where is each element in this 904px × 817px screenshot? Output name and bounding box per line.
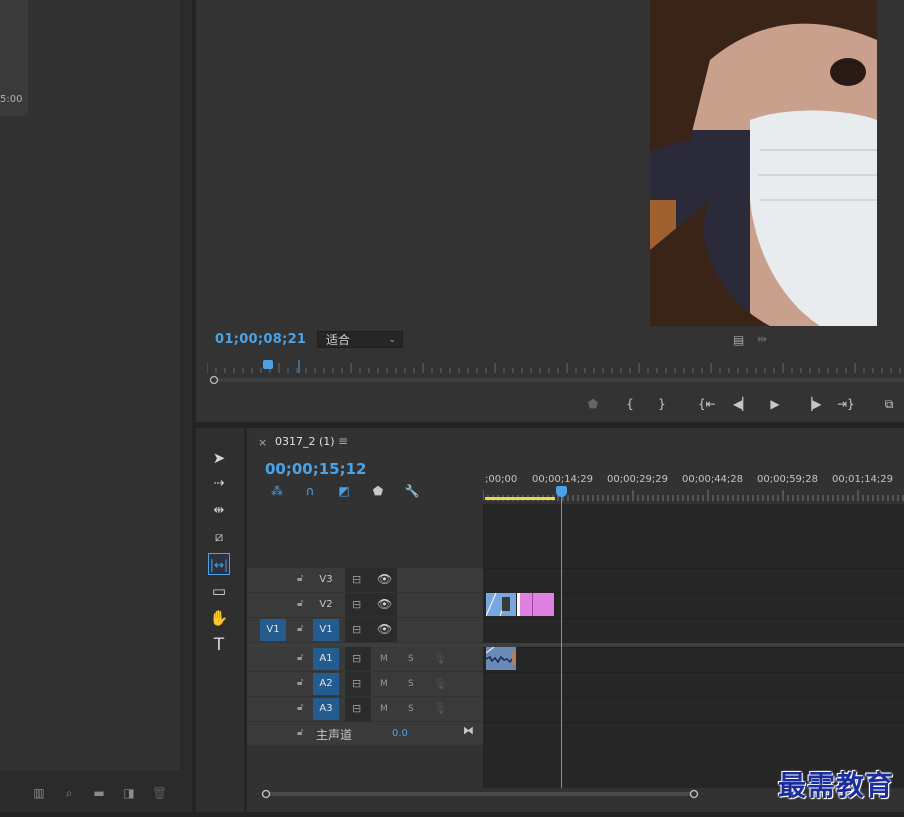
lock-icon[interactable]: 🔓︎ <box>297 652 303 663</box>
master-volume[interactable]: 0.0 <box>392 728 408 739</box>
lock-icon[interactable]: 🔓︎ <box>297 702 303 713</box>
ruler-label: 00;00;44;28 <box>682 474 744 485</box>
ruler-ticks <box>483 490 904 501</box>
go-to-out-icon[interactable]: ⧓ <box>463 724 474 737</box>
monitor-time-ruler[interactable] <box>207 360 904 374</box>
playhead-timecode[interactable]: 01;00;08;21 <box>215 332 306 347</box>
video-clip[interactable] <box>519 593 532 616</box>
eye-icon[interactable]: 👁 <box>377 572 392 586</box>
mark-in-icon[interactable]: { <box>622 396 638 412</box>
zoom-fit-dropdown[interactable]: 适合 ⌄ <box>317 331 403 348</box>
video-preview <box>650 0 877 326</box>
snap-icon[interactable]: ∩ <box>301 483 319 499</box>
lock-icon[interactable]: 🔓︎ <box>297 598 303 609</box>
track-name-v2[interactable]: V2 <box>313 594 339 616</box>
eye-icon[interactable]: 👁 <box>377 622 392 636</box>
timeline-playhead-line[interactable] <box>561 488 562 788</box>
toggle-sync-icon[interactable]: ⊟ <box>352 598 361 611</box>
ripple-edit-icon[interactable]: ⇹ <box>208 500 230 522</box>
timeline-playhead[interactable] <box>556 486 567 497</box>
work-area-bar[interactable] <box>485 497 555 500</box>
audio-clip[interactable] <box>485 646 517 670</box>
hand-tool-icon[interactable]: ✋ <box>208 607 230 629</box>
ruler-label: 00;00;14;29 <box>532 474 594 485</box>
toggle-sync-icon[interactable]: ⊟ <box>352 677 361 690</box>
mark-out-icon[interactable]: } <box>654 396 670 412</box>
go-to-out-icon[interactable]: ⇥} <box>837 396 855 412</box>
lock-icon[interactable]: 🔓︎ <box>297 727 303 738</box>
track-name-a2[interactable]: A2 <box>313 673 339 695</box>
toggle-sync-icon[interactable]: ⊟ <box>352 573 361 586</box>
watermark-logo: 最需教育 <box>778 769 895 802</box>
step-back-icon[interactable]: ◀▏ <box>733 396 751 412</box>
type-tool-icon[interactable]: T <box>208 634 230 656</box>
razor-tool-icon[interactable]: ⧄ <box>208 527 230 549</box>
new-item-icon[interactable]: ◨ <box>122 786 136 800</box>
panel-menu-icon[interactable]: ≡ <box>338 434 348 448</box>
insert-icon[interactable]: ⧉ <box>878 396 900 412</box>
solo-button[interactable]: S <box>408 704 414 714</box>
step-forward-icon[interactable]: ▕▶ <box>803 396 821 412</box>
mute-button[interactable]: M <box>380 679 388 689</box>
rectangle-tool-icon[interactable]: ▭ <box>208 580 230 602</box>
play-icon[interactable]: ▶ <box>767 396 783 412</box>
master-track-label: 主声道 <box>316 728 353 742</box>
solo-button[interactable]: S <box>408 679 414 689</box>
microphone-icon[interactable]: 🎙 <box>433 677 447 690</box>
timeline-timecode[interactable]: 00;00;15;12 <box>265 460 367 478</box>
go-to-in-icon[interactable]: {⇤ <box>698 396 716 412</box>
track-name-v3[interactable]: V3 <box>313 569 339 591</box>
lock-icon[interactable]: 🔓︎ <box>297 573 303 584</box>
source-patch-v1[interactable]: V1 <box>260 619 286 641</box>
selection-tool-icon[interactable]: ➤ <box>208 447 230 469</box>
lock-icon[interactable]: 🔓︎ <box>297 677 303 688</box>
slip-tool-icon[interactable]: |↔| <box>208 553 230 575</box>
ruler-label: 00;00;29;29 <box>607 474 669 485</box>
video-clip[interactable] <box>485 592 516 617</box>
monitor-playhead[interactable] <box>263 360 273 369</box>
thumbnail-duration: 5:00 <box>0 94 23 105</box>
find-icon[interactable]: ⌕ <box>62 786 76 800</box>
ruler-label: 00;01;14;29 <box>832 474 894 485</box>
track-select-icon[interactable]: ⇢ <box>208 473 230 495</box>
microphone-icon[interactable]: 🎙 <box>433 702 447 715</box>
compare-icon[interactable]: ⇹ <box>757 332 767 346</box>
new-bin-icon[interactable]: ▬ <box>92 786 106 800</box>
add-marker-icon[interactable]: ⬟ <box>585 396 601 412</box>
track-name-a1[interactable]: A1 <box>313 648 339 670</box>
toggle-sync-icon[interactable]: ⊟ <box>352 623 361 636</box>
monitor-zoom-scrollbar[interactable] <box>209 375 904 384</box>
sequence-tab[interactable]: 0317_2 (1) <box>275 435 335 448</box>
track-name-a3[interactable]: A3 <box>313 698 339 720</box>
lock-icon[interactable]: 🔓︎ <box>297 623 303 634</box>
wrench-icon[interactable]: 🔧 <box>403 483 421 499</box>
toggle-sync-icon[interactable]: ⊟ <box>352 702 361 715</box>
mute-button[interactable]: M <box>380 654 388 664</box>
microphone-icon[interactable]: 🎙 <box>433 652 447 665</box>
freeform-view-icon[interactable]: ▥ <box>32 786 46 800</box>
toggle-sync-icon[interactable]: ⊟ <box>352 652 361 665</box>
track-name-v1[interactable]: V1 <box>313 619 339 641</box>
solo-button[interactable]: S <box>408 654 414 664</box>
ruler-label: 00;00;59;28 <box>757 474 819 485</box>
ruler-label: ;00;00 <box>485 474 518 485</box>
nest-icon[interactable]: ⁂ <box>268 483 286 499</box>
close-icon[interactable]: × <box>258 436 267 449</box>
mute-button[interactable]: M <box>380 704 388 714</box>
export-frame-icon[interactable]: ▤ <box>733 333 744 347</box>
add-marker-icon[interactable]: ⬟ <box>369 483 387 499</box>
video-clip[interactable] <box>532 593 554 616</box>
chevron-down-icon: ⌄ <box>388 335 396 345</box>
zoom-fit-value: 适合 <box>326 333 351 347</box>
linked-selection-icon[interactable]: ◩ <box>335 483 353 499</box>
track-header-master <box>247 722 483 745</box>
eye-icon[interactable]: 👁 <box>377 597 392 611</box>
clear-icon[interactable]: 🗑 <box>152 786 167 800</box>
